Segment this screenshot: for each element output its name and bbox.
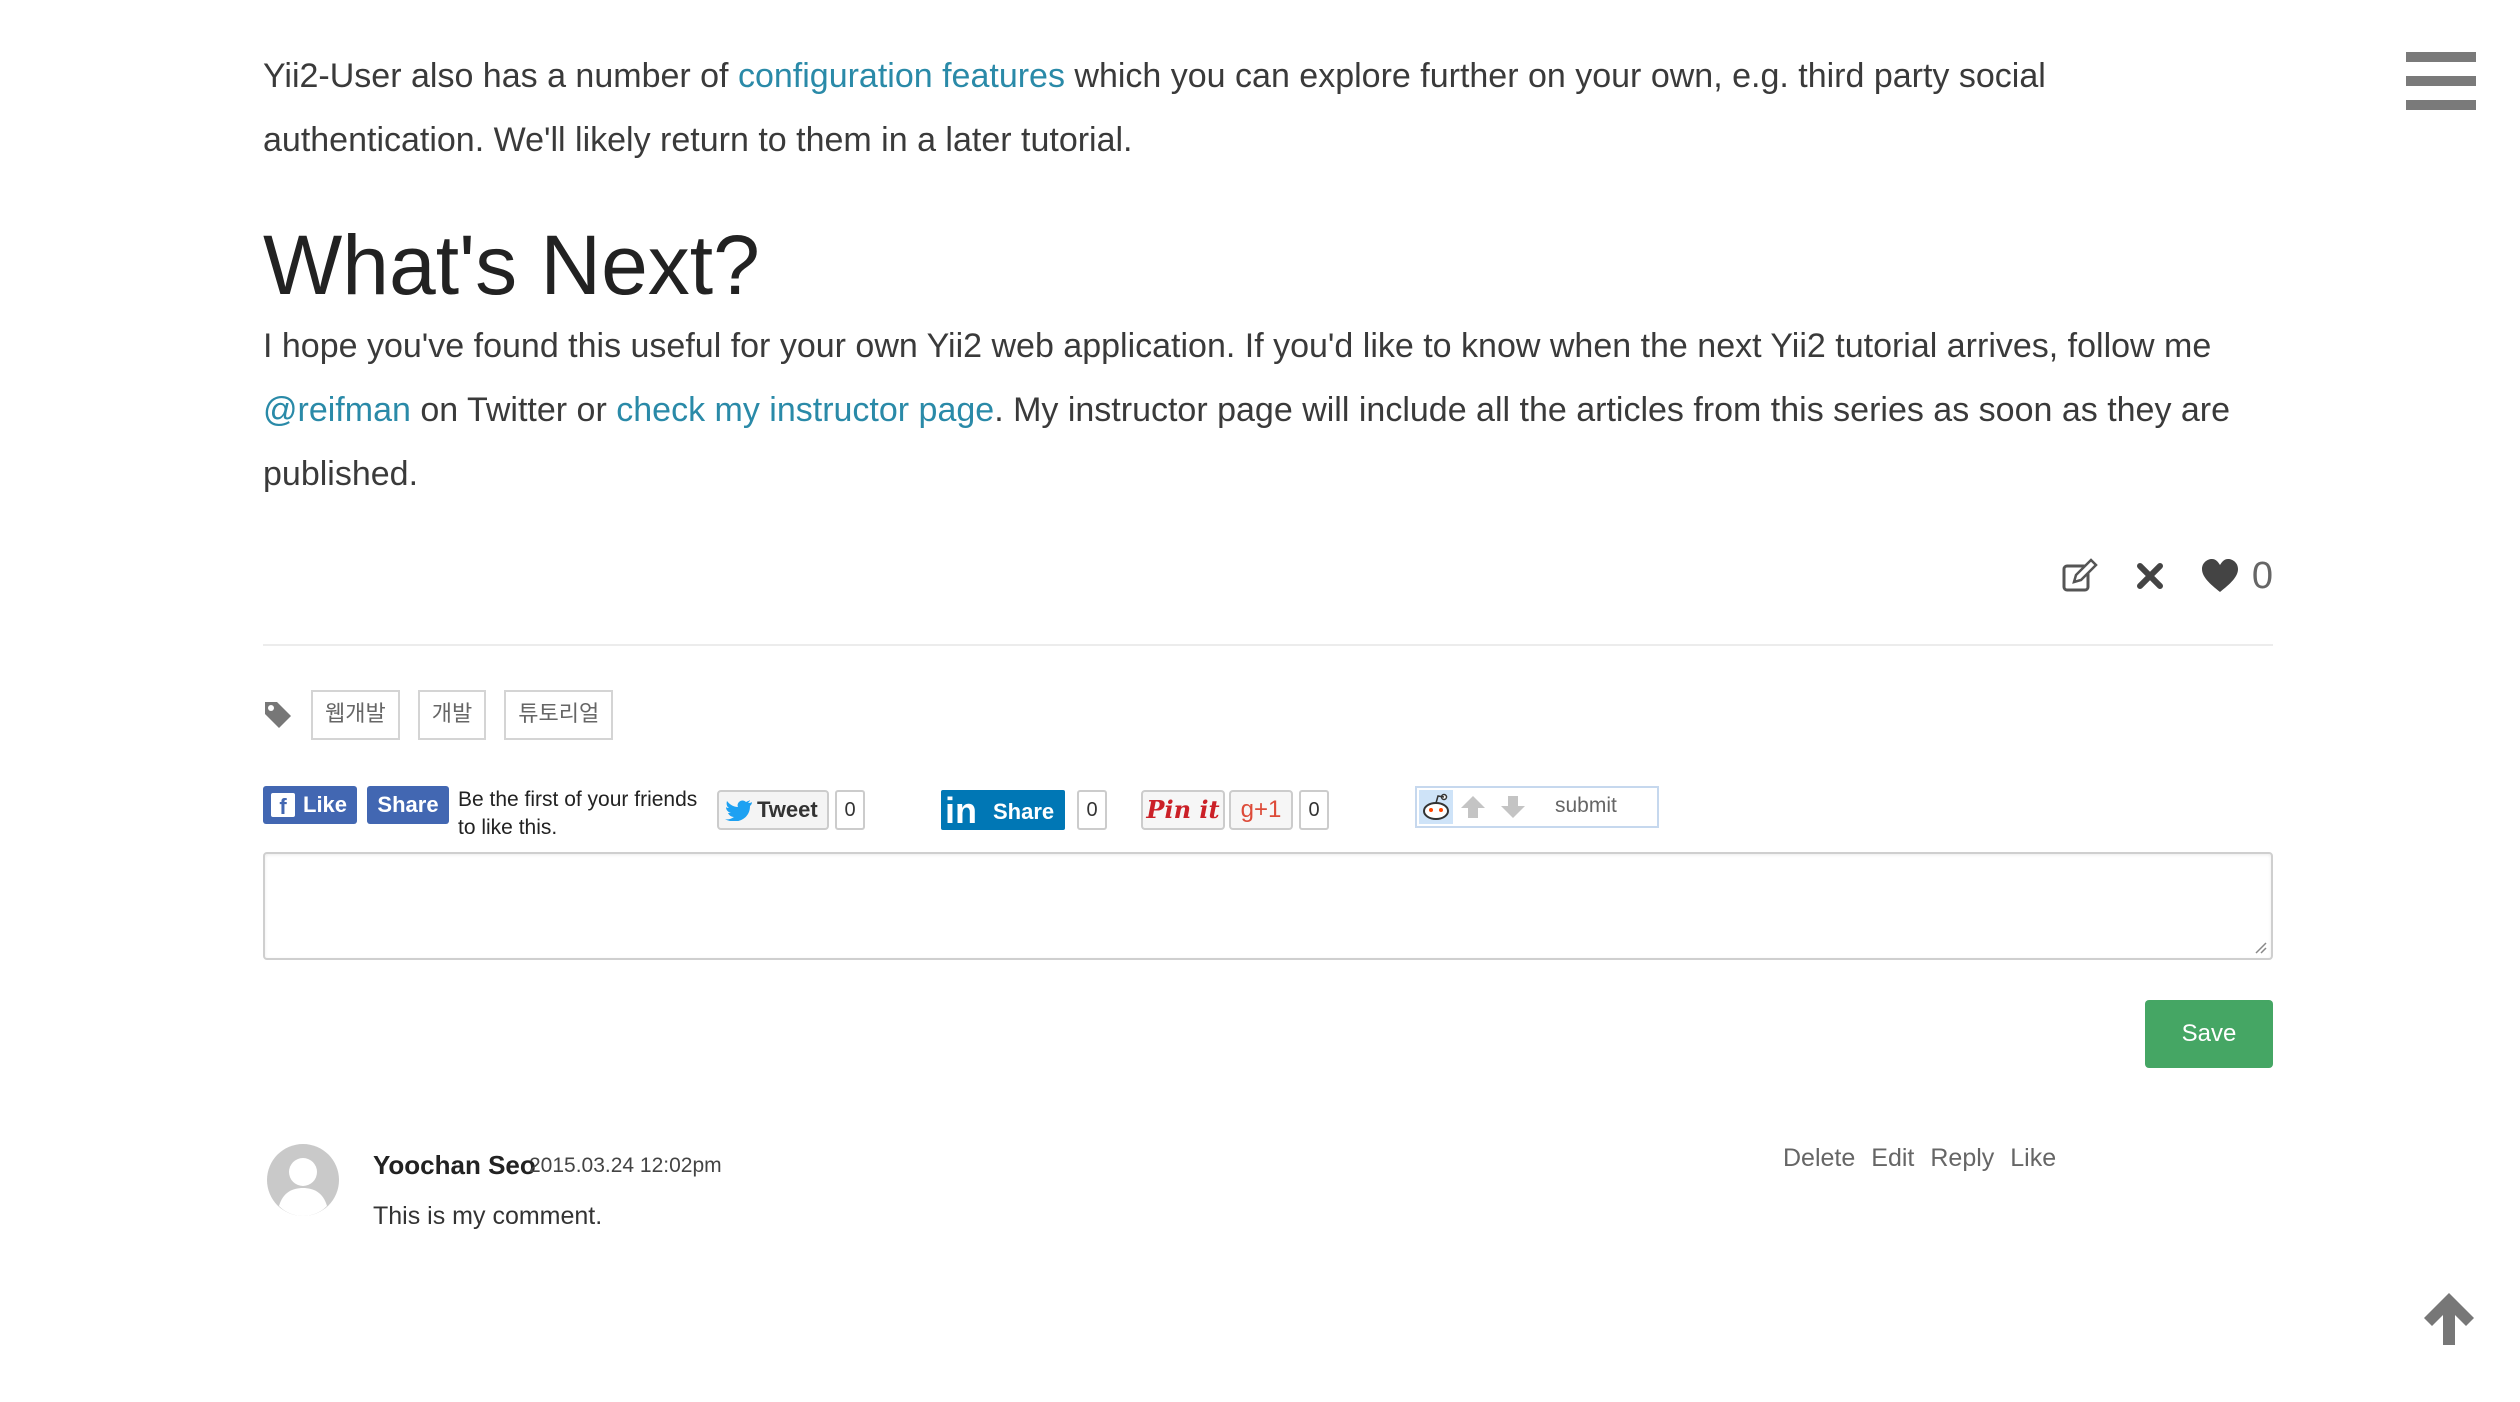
tag-item[interactable]: 개발 — [417, 690, 487, 740]
article-paragraph-2: I hope you've found this useful for your… — [263, 314, 2273, 506]
pinterest-pin-button[interactable]: Pin it — [1141, 790, 1225, 830]
reddit-alien-icon[interactable] — [1419, 790, 1453, 824]
tag-item[interactable]: 튜토리얼 — [504, 690, 614, 740]
comment-actions: Delete Edit Reply Like — [1783, 1144, 2056, 1173]
tag-icon — [265, 702, 291, 728]
tag-list: 웹개발 개발 튜토리얼 — [263, 690, 614, 740]
avatar — [267, 1144, 339, 1216]
comment-item: Yoochan Seo 2015.03.24 12:02pm This is m… — [263, 1136, 2063, 1236]
comment-date: 2015.03.24 12:02pm — [529, 1154, 722, 1177]
edit-comment-link[interactable]: Edit — [1871, 1144, 1914, 1173]
save-button[interactable]: Save — [2145, 1000, 2273, 1068]
instructor-page-link[interactable]: check my instructor page — [616, 391, 994, 429]
facebook-like-button[interactable]: f Like — [263, 786, 357, 824]
hamburger-menu-icon[interactable] — [2406, 50, 2476, 112]
close-icon[interactable] — [2130, 556, 2170, 596]
tweet-label: Tweet — [757, 797, 818, 822]
facebook-share-button[interactable]: Share — [367, 786, 449, 824]
like-count: 0 — [2251, 554, 2273, 597]
like-comment-link[interactable]: Like — [2010, 1144, 2056, 1173]
linkedin-share-button[interactable]: in Share — [941, 790, 1065, 830]
tweet-count: 0 — [835, 790, 865, 830]
text-run: on Twitter or — [410, 391, 617, 429]
resize-grip-icon[interactable] — [2251, 938, 2267, 954]
facebook-icon: f — [271, 793, 295, 819]
twitter-handle-link[interactable]: @reifman — [263, 391, 411, 429]
tweet-button[interactable]: Tweet — [717, 790, 829, 830]
post-actions: 0 — [2060, 548, 2273, 604]
heart-icon[interactable] — [2200, 556, 2240, 596]
linkedin-icon: in — [945, 790, 977, 831]
configuration-features-link[interactable]: configuration features — [738, 57, 1065, 95]
tag-item[interactable]: 웹개발 — [311, 690, 400, 740]
comment-body: This is my comment. — [373, 1202, 603, 1230]
linkedin-share-label: Share — [993, 799, 1055, 824]
social-share-bar: f Like Share Be the first of your friend… — [263, 786, 1963, 842]
google-plus-button[interactable]: g+1 — [1229, 790, 1293, 830]
comment-textarea[interactable] — [263, 852, 2273, 960]
reply-comment-link[interactable]: Reply — [1930, 1144, 1994, 1173]
comment-author[interactable]: Yoochan Seo — [373, 1150, 536, 1181]
facebook-like-label: Like — [303, 792, 348, 817]
reddit-submit-link[interactable]: submit — [1555, 792, 1617, 820]
google-plus-count: 0 — [1299, 790, 1329, 830]
downvote-arrow-icon[interactable] — [1499, 794, 1527, 820]
delete-comment-link[interactable]: Delete — [1783, 1144, 1855, 1173]
scroll-to-top-arrow-icon[interactable] — [2420, 1290, 2478, 1348]
page: Yii2-User also has a number of configura… — [0, 0, 2520, 1402]
edit-icon[interactable] — [2060, 556, 2100, 596]
upvote-arrow-icon[interactable] — [1459, 794, 1487, 820]
text-run: I hope you've found this useful for your… — [263, 327, 2212, 365]
linkedin-count: 0 — [1077, 790, 1107, 830]
text-run: Yii2-User also has a number of — [263, 57, 738, 95]
article-paragraph-1: Yii2-User also has a number of configura… — [263, 44, 2273, 172]
reddit-widget: submit — [1415, 786, 1659, 828]
section-heading: What's Next? — [263, 218, 760, 312]
facebook-social-text: Be the first of your friends to like thi… — [458, 788, 698, 839]
divider — [263, 644, 2273, 646]
twitter-bird-icon — [725, 800, 752, 821]
